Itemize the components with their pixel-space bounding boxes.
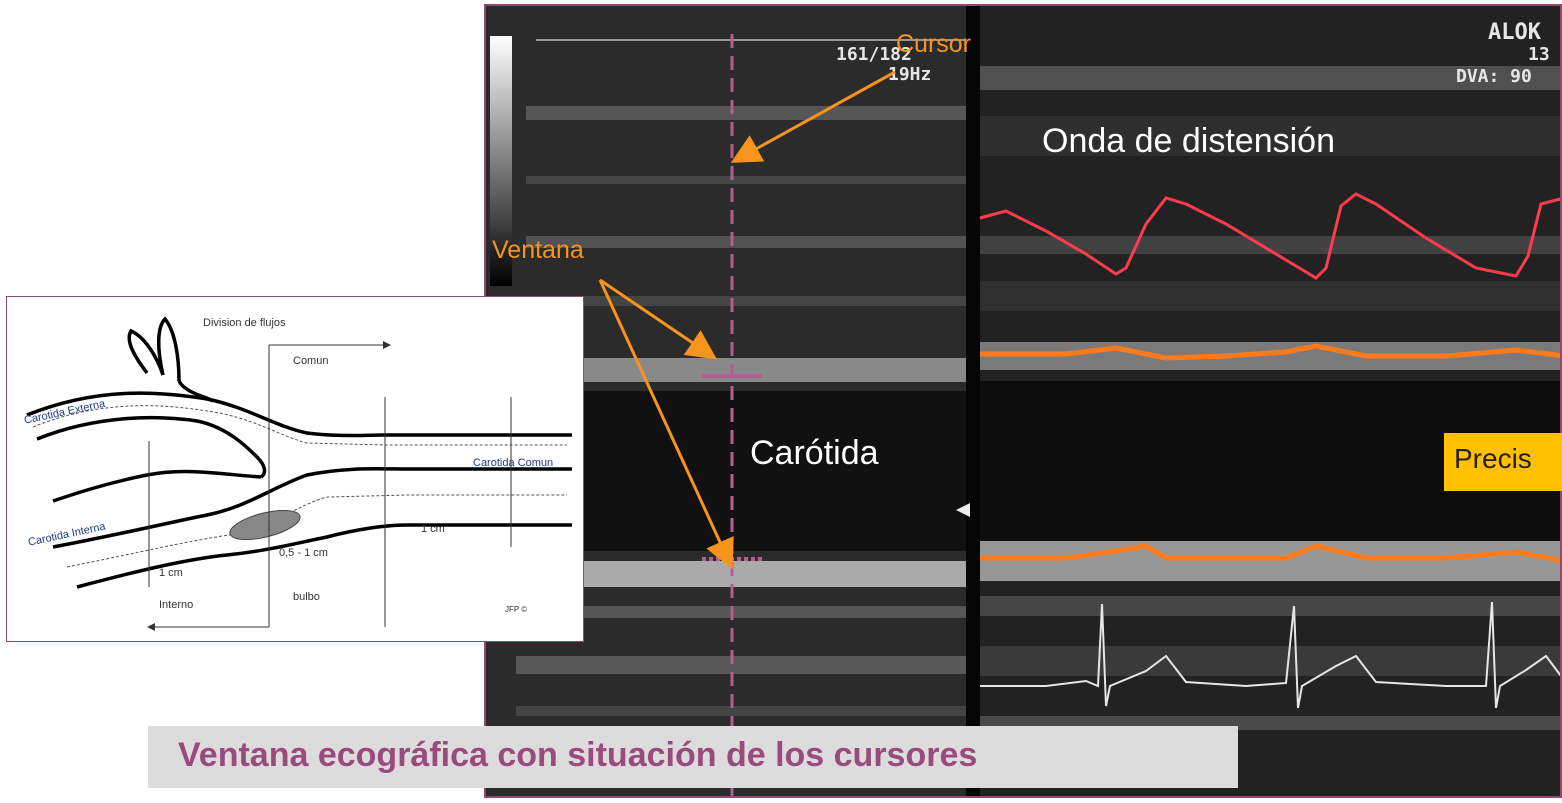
one-cm-right-label: 1 cm [421, 523, 445, 535]
signature-label: JFP © [505, 605, 528, 614]
bulbo-label: bulbo [293, 591, 320, 603]
distension-wave-label: Onda de distensión [1042, 122, 1335, 160]
ventana-label: Ventana [492, 236, 584, 264]
precision-label: Precis [1454, 443, 1532, 474]
comun-label: Comun [293, 355, 329, 367]
one-cm-left-label: 1 cm [159, 567, 183, 579]
carotid-label: Carótida [750, 434, 879, 472]
hud-number: 13 [1528, 44, 1550, 65]
caption-bar: Ventana ecográfica con situación de los … [148, 726, 1238, 788]
hud-hz: 19Hz [888, 64, 932, 85]
caption-text: Ventana ecográfica con situación de los … [178, 736, 978, 774]
ultrasound-image [486, 6, 1560, 796]
ultrasound-panel [484, 4, 1562, 798]
hud-dva: DVA: 90 [1456, 66, 1532, 87]
carotida-comun-label: Carotida Comun [473, 457, 554, 469]
division-label: Division de flujos [203, 317, 286, 329]
bulbo-size-label: 0,5 - 1 cm [279, 547, 328, 559]
precision-badge: Precis [1444, 433, 1562, 491]
carotid-diagram: Division de flujos Comun Carotida Extern… [6, 296, 584, 642]
hud-brand: ALOK [1488, 20, 1541, 45]
interno-label: Interno [159, 599, 194, 611]
cursor-label: Cursor [896, 30, 972, 58]
